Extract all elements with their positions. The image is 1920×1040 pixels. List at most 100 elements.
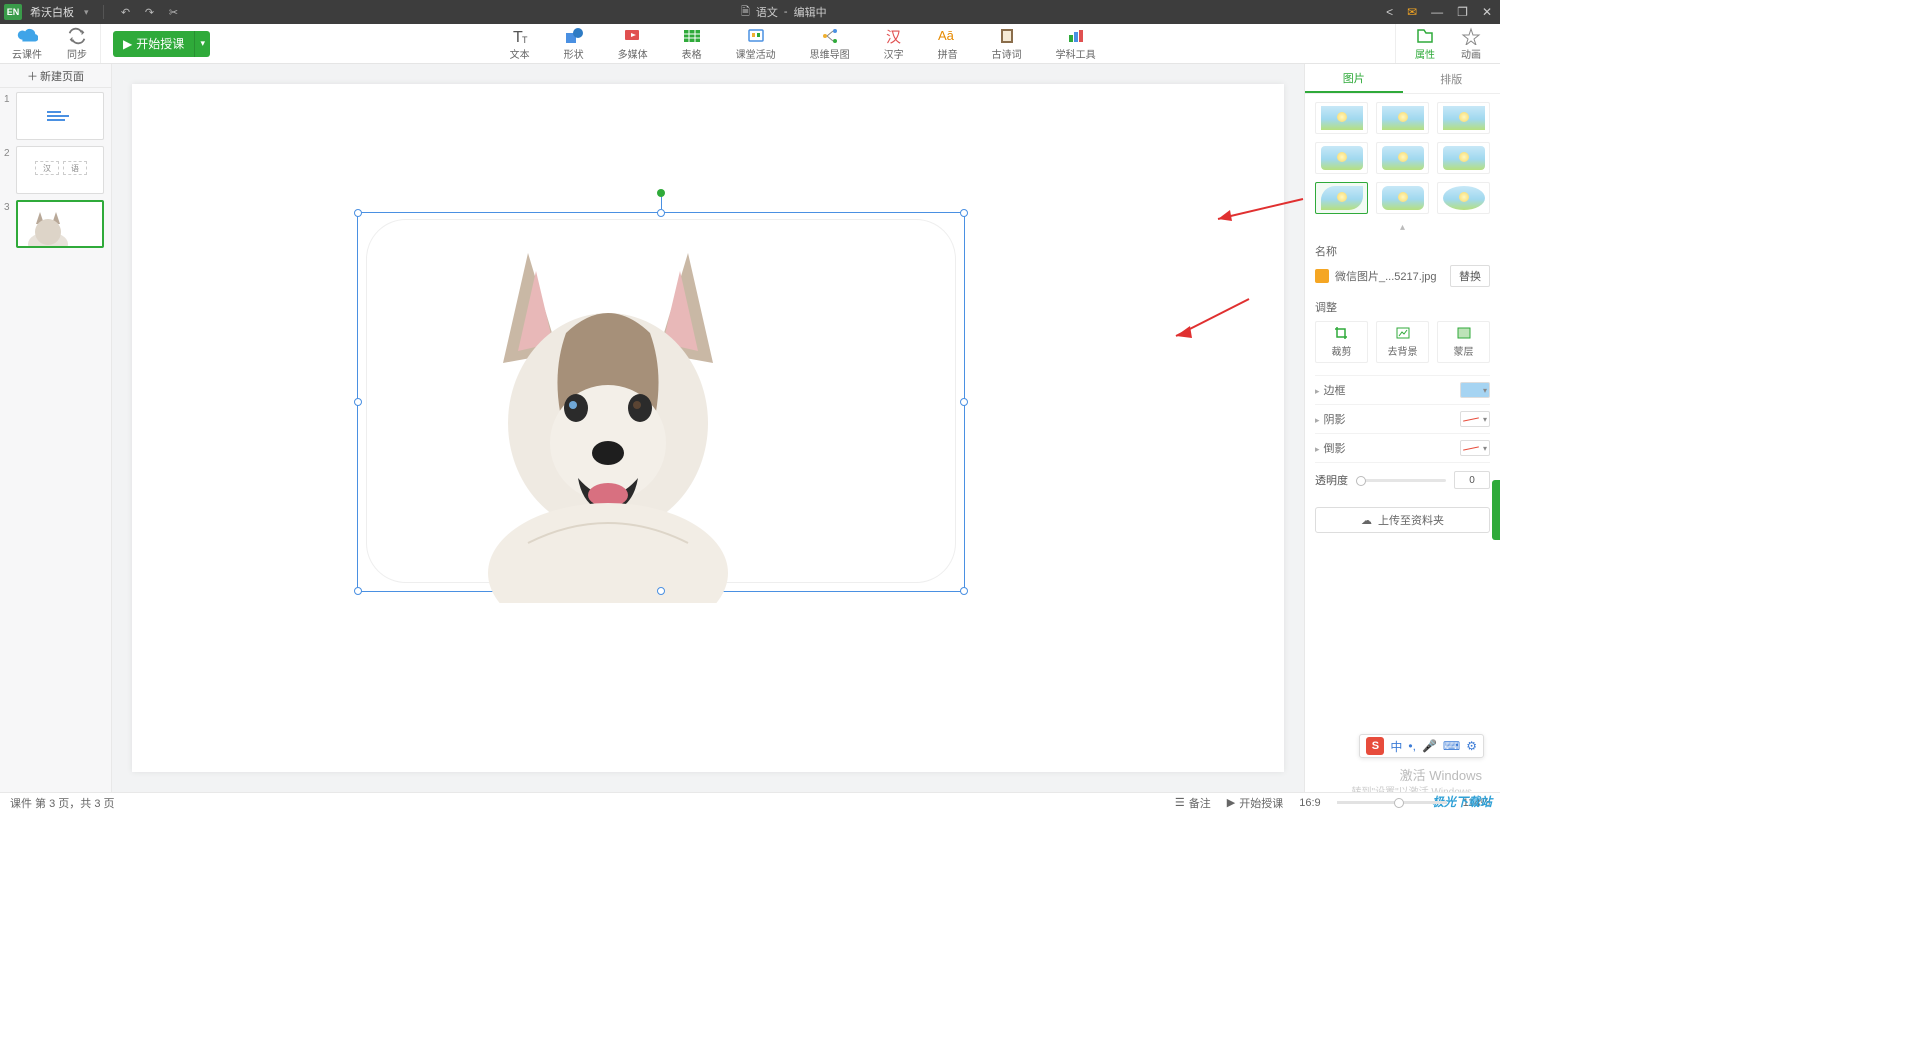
ime-settings-icon[interactable]: ⚙ [1466,739,1477,753]
mail-icon[interactable]: ✉ [1407,5,1417,19]
shadow-section[interactable]: ▸阴影▾ [1315,404,1490,433]
resize-handle[interactable] [960,398,968,406]
app-logo: EN [4,4,22,20]
image-file-name: 微信图片_...5217.jpg [1335,268,1444,284]
rotate-handle[interactable] [657,189,665,197]
opacity-slider[interactable] [1356,479,1446,482]
doc-name: 语文 [756,4,778,20]
undo-icon[interactable]: ↶ [118,4,134,20]
page-indicator: 课件 第 3 页，共 3 页 [10,795,115,811]
resize-handle[interactable] [960,209,968,217]
tool-shape[interactable]: 形状 [564,27,584,61]
zoom-slider[interactable] [1337,801,1447,804]
tool-table[interactable]: 表格 [682,27,702,61]
remove-bg-button[interactable]: 去背景 [1376,321,1429,363]
crop-button[interactable]: 裁剪 [1315,321,1368,363]
present-button[interactable]: ▶开始授课 [1227,795,1283,811]
sync-button[interactable]: 同步 [66,27,88,61]
reflect-swatch[interactable]: ▾ [1460,440,1490,456]
app-dropdown-icon[interactable]: ▾ [84,7,89,18]
shape-option-rect[interactable] [1315,102,1368,134]
tab-image[interactable]: 图片 [1305,64,1403,93]
svg-text:T: T [522,35,528,45]
sync-label: 同步 [67,46,87,61]
slide-panel: ＋新建页面 1 2 汉语 3 [0,64,112,792]
start-dropdown-icon[interactable]: ▾ [194,31,210,57]
slide-thumb-1[interactable] [16,92,104,140]
cloud-courseware-button[interactable]: 云课件 [12,27,42,61]
resize-handle[interactable] [657,209,665,217]
mask-button[interactable]: 蒙层 [1437,321,1490,363]
shape-option-ellipse[interactable] [1437,182,1490,214]
shadow-swatch[interactable]: ▾ [1460,411,1490,427]
tool-mindmap[interactable]: 思维导图 [810,27,850,61]
svg-text:汉: 汉 [886,29,901,45]
slide-thumb-3[interactable] [16,200,104,248]
shape-option-rounded2[interactable] [1376,142,1429,174]
border-section[interactable]: ▸边框▾ [1315,375,1490,404]
doc-icon: 🗎 [741,3,750,22]
note-button[interactable]: ☰备注 [1175,795,1211,811]
doc-state: 编辑中 [794,4,827,20]
resize-handle[interactable] [354,398,362,406]
cloud-up-icon: ☁ [1361,514,1372,527]
play-icon: ▶ [1227,796,1235,809]
shape-option-rounded[interactable] [1315,142,1368,174]
cloud-label: 云课件 [12,46,42,61]
ime-logo-icon: S [1366,737,1384,755]
inserted-image[interactable] [458,243,758,603]
image-file-icon [1315,269,1329,283]
close-icon[interactable]: ✕ [1482,5,1492,19]
opacity-value[interactable]: 0 [1454,471,1490,489]
aspect-ratio[interactable]: 16:9 [1299,797,1320,809]
opacity-label: 透明度 [1315,472,1348,488]
replace-button[interactable]: 替换 [1450,265,1490,287]
document-title: 🗎 语文 - 编辑中 [182,3,1387,22]
tool-media[interactable]: 多媒体 [618,27,648,61]
annotation-arrow-1 [1208,194,1308,229]
new-page-button[interactable]: ＋新建页面 [0,64,111,88]
status-bar: 课件 第 3 页，共 3 页 ☰备注 ▶开始授课 极光下载站 16:9 114% [0,792,1500,812]
ime-keyboard-icon[interactable]: ⌨ [1443,739,1460,753]
tab-layout[interactable]: 排版 [1403,64,1501,93]
toolbar: 云课件 同步 ▶开始授课 ▾ TT文本 形状 多媒体 表格 课堂活动 思维导图 … [0,24,1500,64]
reflect-section[interactable]: ▸倒影▾ [1315,433,1490,462]
tab-animation[interactable]: 动画 [1460,27,1482,61]
maximize-icon[interactable]: ❐ [1457,5,1468,19]
collapse-handle[interactable] [1492,480,1500,540]
shape-more-icon[interactable]: ▴ [1315,222,1490,233]
slide-thumb-2[interactable]: 汉语 [16,146,104,194]
upload-button[interactable]: ☁上传至资料夹 [1315,507,1490,533]
tool-poem[interactable]: 古诗词 [992,27,1022,61]
resize-handle[interactable] [960,587,968,595]
tool-text[interactable]: TT文本 [510,27,530,61]
resize-handle[interactable] [657,587,665,595]
ime-mode[interactable]: 中 [1390,738,1402,755]
redo-icon[interactable]: ↷ [142,4,158,20]
ime-punct-icon[interactable]: •, [1408,739,1416,753]
resize-handle[interactable] [354,587,362,595]
minimize-icon[interactable]: — [1431,5,1443,19]
border-swatch[interactable]: ▾ [1460,382,1490,398]
tool-pinyin[interactable]: Aā拼音 [938,27,958,61]
ime-toolbar[interactable]: S 中 •, 🎤 ⌨ ⚙ [1359,734,1484,758]
resize-handle[interactable] [354,209,362,217]
slide-canvas[interactable] [132,84,1284,772]
shape-option-rect3[interactable] [1437,102,1490,134]
section-name: 名称 [1315,243,1490,259]
app-name[interactable]: 希沃白板 [30,4,74,20]
share-icon[interactable]: < [1386,5,1393,19]
start-teaching-button[interactable]: ▶开始授课 ▾ [113,31,210,57]
shape-option-rounded3[interactable] [1437,142,1490,174]
tool-hanzi[interactable]: 汉汉字 [884,27,904,61]
shape-option-rect2[interactable] [1376,102,1429,134]
play-icon: ▶ [123,37,132,51]
image-selection[interactable] [357,212,965,592]
ime-mic-icon[interactable]: 🎤 [1422,739,1437,753]
cut-icon[interactable]: ✂ [166,4,182,20]
tab-properties[interactable]: 属性 [1414,27,1436,61]
shape-option-leaf[interactable] [1315,182,1368,214]
tool-subject[interactable]: 学科工具 [1056,27,1096,61]
shape-option-pill[interactable] [1376,182,1429,214]
tool-activity[interactable]: 课堂活动 [736,27,776,61]
